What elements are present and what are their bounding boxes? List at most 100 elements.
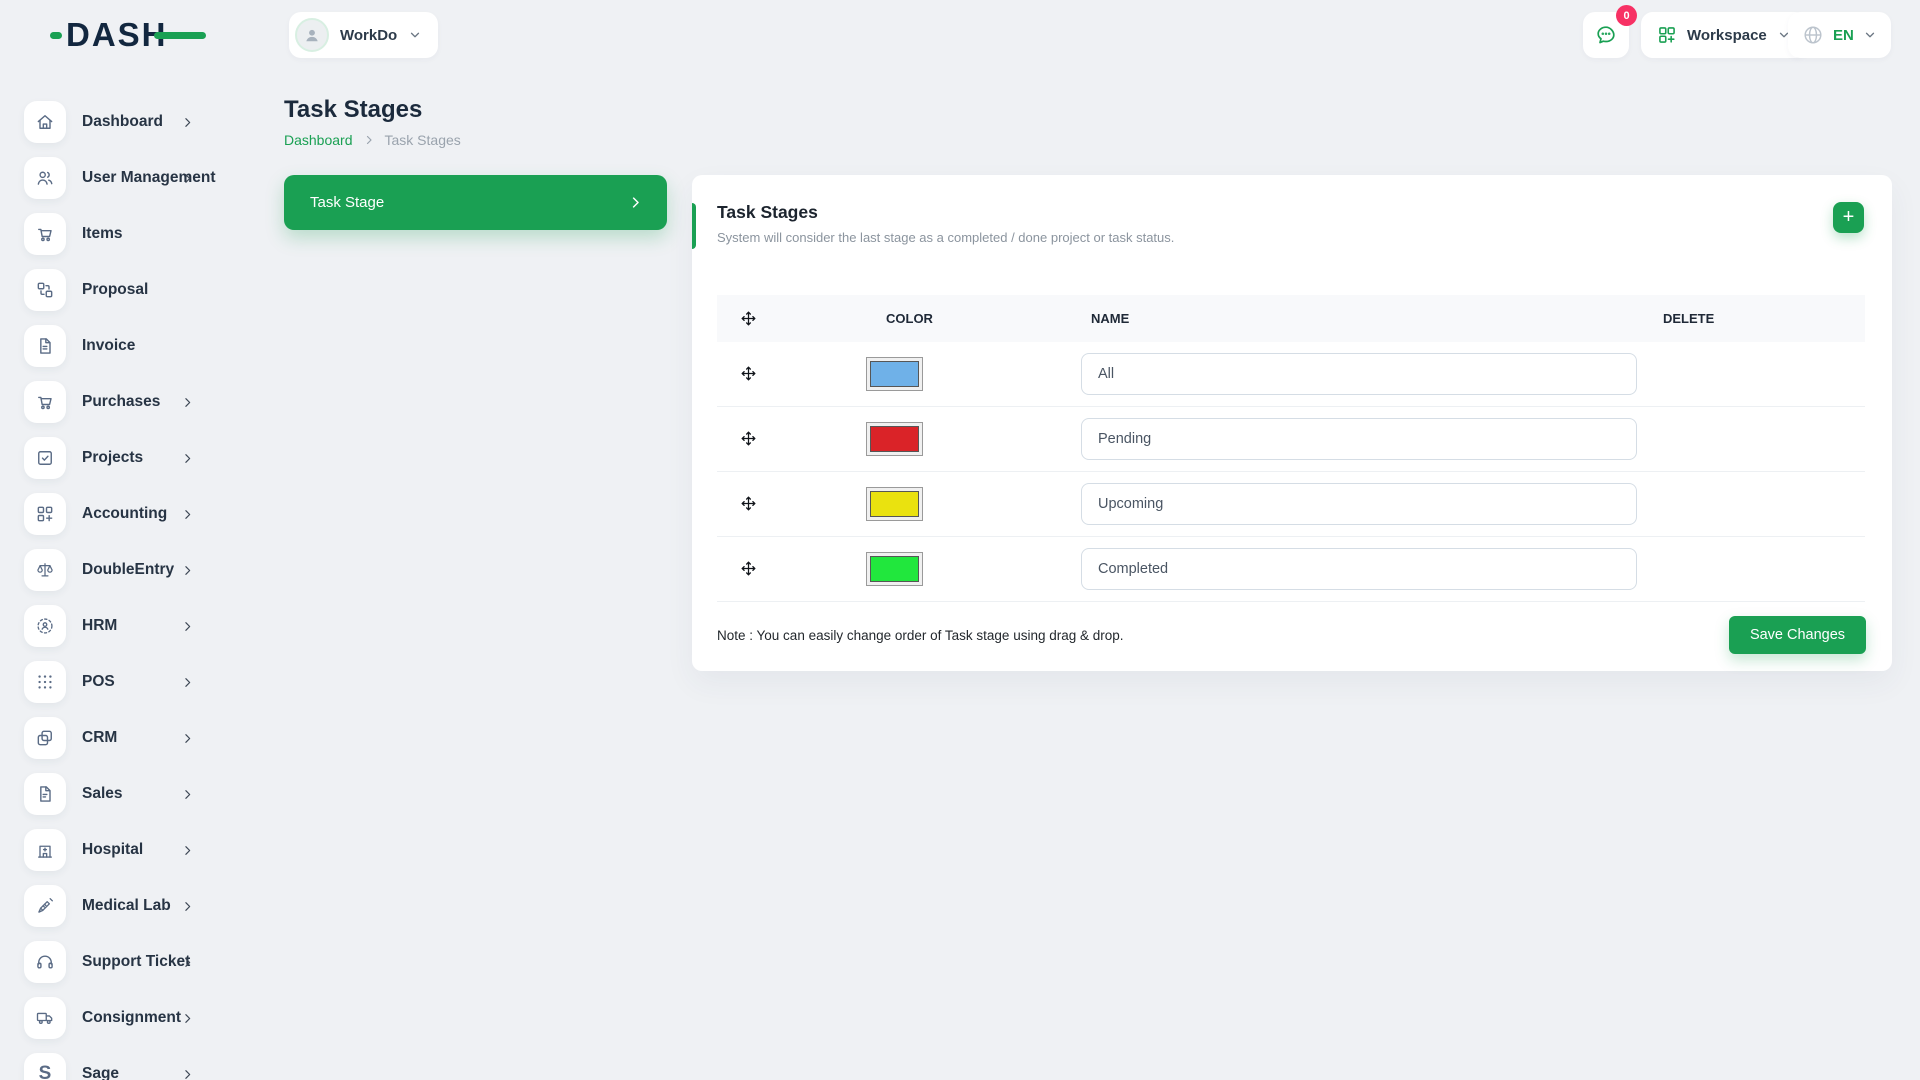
user-scan-icon [24, 605, 66, 647]
column-header-color: COLOR [862, 311, 1067, 326]
panel-title: Task Stages [717, 202, 1867, 223]
sidebar: Dashboard User Management Items Proposal [0, 70, 240, 1080]
task-stage-menu-button[interactable]: Task Stage [284, 175, 667, 230]
sidebar-item-proposal[interactable]: Proposal [0, 262, 240, 318]
sidebar-item-crm[interactable]: CRM [0, 710, 240, 766]
breadcrumb: Dashboard Task Stages [284, 132, 461, 148]
sidebar-item-user-management[interactable]: User Management [0, 150, 240, 206]
column-header-name: NAME [1067, 311, 1657, 326]
app-logo: DASH [66, 16, 168, 54]
chevron-right-icon [181, 508, 194, 521]
sidebar-item-sales[interactable]: Sales [0, 766, 240, 822]
sidebar-item-invoice[interactable]: Invoice [0, 318, 240, 374]
chevron-right-icon [181, 676, 194, 689]
chat-icon [1594, 23, 1618, 47]
grid-plus-icon [24, 493, 66, 535]
table-row [717, 472, 1865, 537]
hospital-icon [24, 829, 66, 871]
globe-icon [1802, 24, 1824, 46]
workspace-label: Workspace [1687, 27, 1767, 44]
user-icon [302, 25, 322, 45]
sidebar-item-pos[interactable]: POS [0, 654, 240, 710]
sidebar-item-hrm[interactable]: HRM [0, 598, 240, 654]
chevron-right-icon [181, 396, 194, 409]
file-icon [24, 325, 66, 367]
task-stage-menu-label: Task Stage [310, 194, 384, 211]
drag-handle-icon[interactable] [741, 366, 757, 382]
table-row [717, 342, 1865, 407]
color-picker[interactable] [866, 552, 923, 586]
drag-handle-icon[interactable] [741, 561, 757, 577]
breadcrumb-current: Task Stages [385, 132, 461, 148]
sidebar-item-consignment[interactable]: Consignment [0, 990, 240, 1046]
sidebar-item-purchases[interactable]: Purchases [0, 374, 240, 430]
breadcrumb-dashboard-link[interactable]: Dashboard [284, 132, 353, 148]
sidebar-item-accounting[interactable]: Accounting [0, 486, 240, 542]
table-row [717, 407, 1865, 472]
panel-accent-bar [692, 203, 696, 249]
table-header-row: COLOR NAME DELETE [717, 295, 1865, 342]
cart-icon [24, 213, 66, 255]
company-dropdown[interactable]: WorkDo [289, 12, 438, 58]
stage-name-input[interactable] [1081, 418, 1637, 460]
chevron-right-icon [181, 900, 194, 913]
drag-handle-icon[interactable] [741, 431, 757, 447]
stage-table: COLOR NAME DELETE [717, 295, 1865, 602]
move-icon [717, 311, 862, 326]
chevron-right-icon [181, 116, 194, 129]
chevron-right-icon [181, 732, 194, 745]
chevron-right-icon [181, 620, 194, 633]
sidebar-item-items[interactable]: Items [0, 206, 240, 262]
add-stage-button[interactable]: + [1833, 202, 1864, 233]
topbar: DASH WorkDo 0 Workspace [0, 0, 1920, 70]
color-picker[interactable] [866, 487, 923, 521]
dots-grid-icon [24, 661, 66, 703]
sidebar-item-dashboard[interactable]: Dashboard [0, 94, 240, 150]
sage-icon: S [24, 1053, 66, 1080]
color-picker[interactable] [866, 357, 923, 391]
sidebar-item-medical-lab[interactable]: Medical Lab [0, 878, 240, 934]
chevron-right-icon [181, 1068, 194, 1080]
users-icon [24, 157, 66, 199]
grid-plus-icon [1657, 25, 1677, 45]
panel-subtitle: System will consider the last stage as a… [717, 230, 1867, 245]
messages-button[interactable]: 0 [1583, 12, 1629, 58]
syringe-icon [24, 885, 66, 927]
workflow-icon [24, 269, 66, 311]
check-square-icon [24, 437, 66, 479]
chevron-right-icon [181, 1012, 194, 1025]
chevron-down-icon [1863, 28, 1877, 42]
column-header-delete: DELETE [1657, 311, 1865, 326]
headset-icon [24, 941, 66, 983]
cart-icon [24, 381, 66, 423]
stage-name-input[interactable] [1081, 483, 1637, 525]
chevron-right-icon [363, 134, 375, 146]
language-dropdown[interactable]: EN [1788, 12, 1891, 58]
chevron-right-icon [181, 172, 194, 185]
sidebar-item-hospital[interactable]: Hospital [0, 822, 240, 878]
scale-icon [24, 549, 66, 591]
sidebar-item-projects[interactable]: Projects [0, 430, 240, 486]
color-picker[interactable] [866, 422, 923, 456]
workspace-dropdown[interactable]: Workspace [1641, 12, 1807, 58]
sidebar-item-support-ticket[interactable]: Support Ticket [0, 934, 240, 990]
page-title: Task Stages [284, 96, 422, 124]
task-stages-panel: Task Stages System will consider the las… [692, 175, 1892, 671]
chevron-right-icon [181, 788, 194, 801]
drag-drop-note: Note : You can easily change order of Ta… [717, 628, 1124, 643]
table-row [717, 537, 1865, 602]
truck-icon [24, 997, 66, 1039]
language-label: EN [1833, 27, 1854, 44]
save-changes-button[interactable]: Save Changes [1729, 616, 1866, 654]
stage-name-input[interactable] [1081, 548, 1637, 590]
home-icon [24, 101, 66, 143]
drag-handle-icon[interactable] [741, 496, 757, 512]
sidebar-item-doubleentry[interactable]: DoubleEntry [0, 542, 240, 598]
stage-name-input[interactable] [1081, 353, 1637, 395]
chevron-right-icon [181, 452, 194, 465]
chat-badge: 0 [1616, 5, 1637, 26]
sidebar-item-sage[interactable]: S Sage [0, 1046, 240, 1080]
chevron-right-icon [181, 844, 194, 857]
overlap-squares-icon [24, 717, 66, 759]
chevron-right-icon [181, 956, 194, 969]
